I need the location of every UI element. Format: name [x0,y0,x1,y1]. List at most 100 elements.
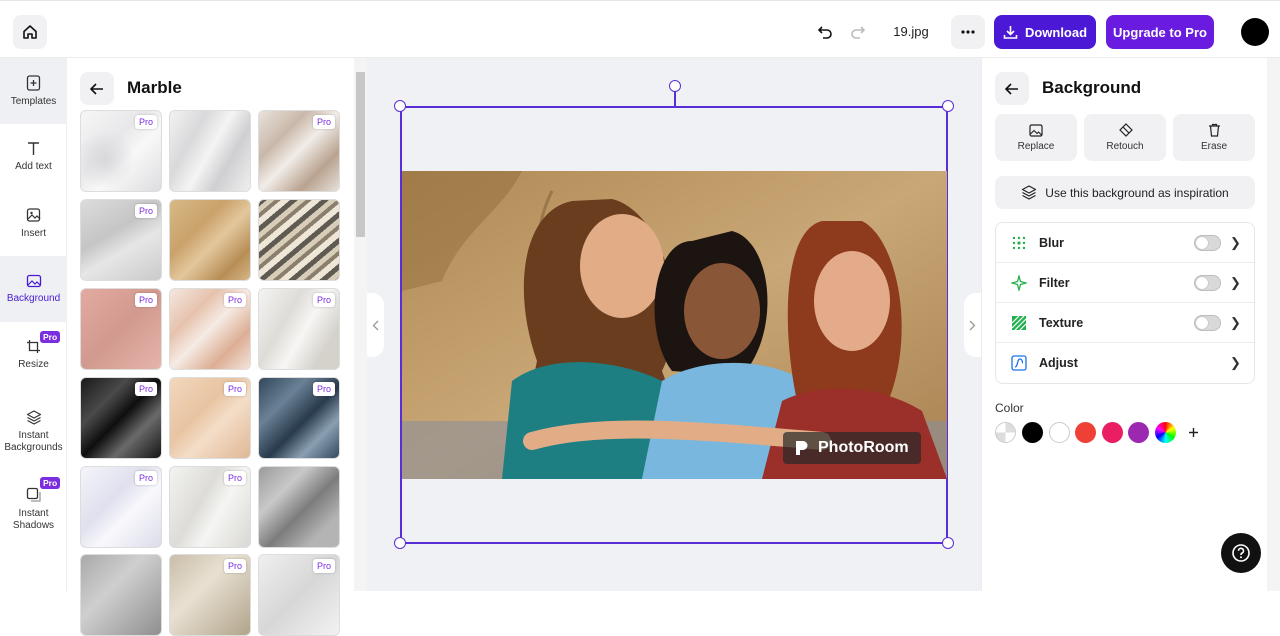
marble-tile[interactable] [169,199,251,281]
sparkle-icon [1010,274,1028,292]
right-panel-scrollbar[interactable] [1267,58,1280,591]
pro-badge: Pro [134,382,157,396]
marble-tile[interactable]: Pro [169,288,251,370]
inspiration-label: Use this background as inspiration [1045,185,1229,200]
color-swatch-red[interactable] [1075,422,1096,443]
color-swatch-black[interactable] [1022,422,1043,443]
nav-item-resize[interactable]: Pro Resize [0,322,67,388]
image-icon [1029,123,1043,137]
nav-item-insert[interactable]: Insert [0,190,67,256]
nav-item-instant-backgrounds[interactable]: Instant Backgrounds [0,396,67,468]
more-options-button[interactable] [951,15,985,49]
marble-tile[interactable]: Pro [80,466,162,548]
texture-toggle[interactable] [1194,314,1221,331]
back-button[interactable] [80,72,114,105]
marble-tile[interactable]: Pro [80,110,162,192]
effect-row-blur[interactable]: Blur ❯ [996,223,1254,263]
layers-icon [1022,185,1037,200]
nav-item-instant-shadows[interactable]: Pro Instant Shadows [0,473,67,545]
avatar[interactable] [1241,18,1269,46]
replace-button[interactable]: Replace [995,114,1077,161]
marble-tile[interactable] [258,466,340,548]
pro-badge: Pro [40,331,61,343]
background-icon [26,274,41,287]
filter-toggle[interactable] [1194,274,1221,291]
pro-badge: Pro [312,382,335,396]
trash-icon [1208,123,1220,137]
erase-button[interactable]: Erase [1173,114,1255,161]
download-button[interactable]: Download [994,15,1096,49]
rotate-handle[interactable] [669,80,681,92]
home-icon [23,25,37,39]
shadow-icon [26,487,41,502]
pro-badge: Pro [223,382,246,396]
chevron-right-icon: ❯ [1230,355,1241,370]
nav-item-label: Resize [18,359,49,370]
home-button[interactable] [13,15,47,49]
undo-button[interactable] [813,21,837,43]
upgrade-to-pro-button[interactable]: Upgrade to Pro [1106,15,1214,49]
marble-tile[interactable]: Pro [80,199,162,281]
collapse-left-panel-button[interactable] [367,293,384,357]
nav-item-templates[interactable]: Templates [0,58,67,124]
marble-tile[interactable]: Pro [258,288,340,370]
marble-tile[interactable] [258,199,340,281]
marble-tile[interactable]: Pro [80,377,162,459]
file-name[interactable]: 19.jpg [884,24,938,39]
back-button[interactable] [995,72,1029,105]
add-color-button[interactable] [1183,422,1204,443]
pro-badge: Pro [312,115,335,129]
more-icon [961,30,975,34]
tool-label: Retouch [1106,141,1144,152]
marble-tile[interactable]: Pro [258,110,340,192]
background-panel: Background Replace Retouch Erase Use thi… [981,58,1267,591]
resize-handle-top-right[interactable] [942,100,954,112]
retouch-button[interactable]: Retouch [1084,114,1166,161]
marble-tile[interactable]: Pro [169,554,251,636]
resize-handle-bottom-right[interactable] [942,537,954,549]
redo-button[interactable] [846,21,870,43]
effect-row-texture[interactable]: Texture ❯ [996,303,1254,343]
marble-tile[interactable]: Pro [169,466,251,548]
color-swatch-pink[interactable] [1102,422,1123,443]
panel-title: Marble [127,78,182,97]
marble-tile[interactable]: Pro [169,377,251,459]
effect-row-filter[interactable]: Filter ❯ [996,263,1254,303]
download-icon [1003,25,1018,39]
nav-item-background[interactable]: Background [0,256,67,322]
templates-icon [26,74,41,91]
effects-list: Blur ❯ Filter ❯ Texture ❯ Adjust ❯ [995,222,1255,384]
nav-item-add-text[interactable]: Add text [0,124,67,190]
eraser-icon [1118,123,1133,137]
pro-badge: Pro [134,471,157,485]
effect-label: Adjust [1039,356,1078,370]
color-swatch-custom[interactable] [1155,422,1176,443]
photoroom-watermark: PhotoRoom [783,432,921,464]
resize-handle-top-left[interactable] [394,100,406,112]
panel-title: Background [1042,78,1142,97]
help-button[interactable] [1221,533,1261,573]
watermark-text: PhotoRoom [818,439,909,456]
nav-item-label: Instant Backgrounds [4,430,63,453]
marble-tile[interactable]: Pro [258,554,340,636]
inspiration-button[interactable]: Use this background as inspiration [995,176,1255,209]
marble-tile[interactable] [80,554,162,636]
color-swatch-white[interactable] [1049,422,1070,443]
photoroom-logo-icon [796,441,808,455]
adjust-icon [1010,354,1028,372]
undo-icon [817,26,832,39]
marble-tile[interactable]: Pro [258,377,340,459]
library-scroll-thumb[interactable] [356,72,365,237]
effect-row-adjust[interactable]: Adjust ❯ [996,343,1254,383]
resize-handle-bottom-left[interactable] [394,537,406,549]
color-swatch-transparent[interactable] [995,422,1016,443]
collapse-right-panel-button[interactable] [964,293,981,357]
pro-badge: Pro [134,204,157,218]
marble-tile[interactable] [169,110,251,192]
color-swatch-purple[interactable] [1128,422,1149,443]
pro-badge: Pro [312,559,335,573]
blur-toggle[interactable] [1194,234,1221,251]
marble-tile[interactable]: Pro [80,288,162,370]
tool-label: Replace [1017,140,1055,152]
layers-icon [26,410,41,425]
